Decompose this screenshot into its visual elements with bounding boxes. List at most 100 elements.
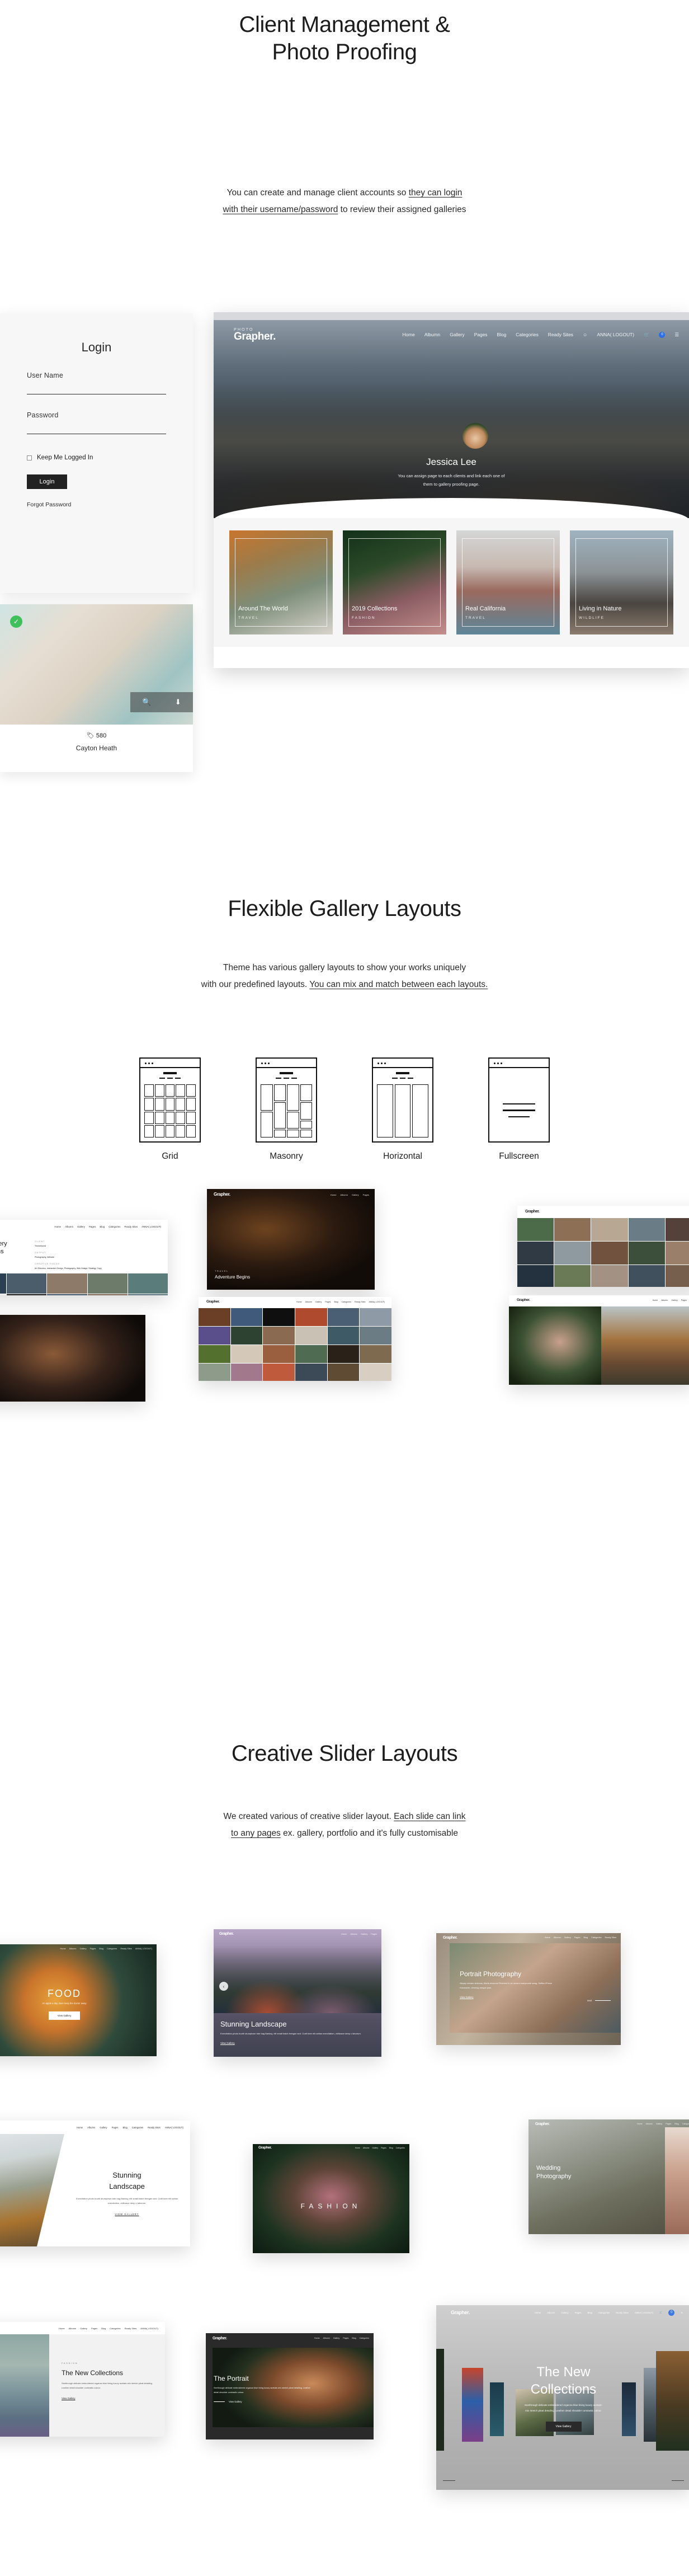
gallery-shot-horizontal-pair[interactable]: Grapher. Home Albumn Gallery Pages [509, 1295, 689, 1385]
gallery-shot-masonry-thumbs[interactable]: Grapher. [517, 1206, 689, 1287]
nav-item-gallery[interactable]: Gallery [315, 1301, 322, 1303]
nav-item-ready-sites[interactable]: Ready Sites [148, 2126, 161, 2129]
site-logo-name[interactable]: Grapher. [214, 1192, 230, 1197]
slide-next-control[interactable]: next [587, 1999, 611, 2002]
section3-subtitle-link2[interactable]: to any pages [231, 1828, 281, 1838]
nav-item-home[interactable]: Home [545, 1936, 550, 1939]
nav-item-blog[interactable]: Blog [99, 1948, 103, 1950]
layout-option-masonry[interactable]: Masonry [242, 1057, 331, 1162]
nav-item-home[interactable]: Home [60, 1948, 66, 1950]
nav-item-pages[interactable]: Pages [363, 1193, 369, 1196]
site-logo-name[interactable]: Grapher. [206, 1300, 220, 1304]
nav-item-blog[interactable]: Blog [352, 2337, 356, 2339]
nav-item-categories[interactable]: Categories [591, 1936, 601, 1939]
nav-item-home[interactable]: Home [535, 2311, 541, 2314]
nav-item-home[interactable]: Home [331, 1193, 337, 1196]
nav-item-categories[interactable]: Categories [516, 332, 539, 337]
nav-item-ready-sites[interactable]: Ready Sites [355, 1301, 365, 1303]
nav-item-albumn[interactable]: Albumn [65, 1225, 73, 1228]
hamburger-menu-icon[interactable]: ☰ [681, 2311, 683, 2314]
nav-item-albumn[interactable]: Albumn [646, 2123, 653, 2125]
login-submit-button[interactable]: Login [27, 474, 67, 489]
gallery-card[interactable]: Real California TRAVEL [456, 530, 560, 634]
gallery-card[interactable]: Around The World TRAVEL [229, 530, 333, 634]
magnifier-icon[interactable]: 🔍 [142, 698, 151, 707]
nav-item-blog[interactable]: Blog [497, 332, 507, 337]
download-icon[interactable]: ⬇ [175, 698, 181, 707]
nav-item-home[interactable]: Home [402, 332, 414, 337]
nav-item-pages[interactable]: Pages [112, 2126, 119, 2129]
cart-icon[interactable]: 🛒 [659, 2311, 662, 2314]
slider-wedding-photography[interactable]: Grapher. Home Albumn Gallery Pages Blog … [528, 2119, 689, 2234]
cart-icon[interactable]: 🛒 [644, 332, 649, 338]
slide-view-gallery-button[interactable]: View Gallery [220, 2042, 374, 2044]
nav-item-blog[interactable]: Blog [334, 1301, 338, 1303]
nav-item-blog[interactable]: Blog [101, 2327, 106, 2330]
nav-item-gallery[interactable]: Gallery [361, 1933, 367, 1935]
nav-item-pages[interactable]: Pages [90, 1948, 96, 1950]
nav-item-ready-sites[interactable]: Ready Sites [124, 1225, 138, 1228]
gallery-shot-adventure-begins[interactable]: Grapher. Home Albumn Gallery Pages TRAVE… [207, 1189, 375, 1290]
nav-item-gallery[interactable]: Gallery [561, 2311, 568, 2314]
slider-the-portrait[interactable]: Grapher. Home Albumn Gallery Pages Blog … [206, 2333, 374, 2439]
nav-item-ready-sites[interactable]: Ready Sites [605, 1936, 616, 1939]
nav-item-categories[interactable]: Categories [396, 2147, 405, 2149]
nav-item-gallery[interactable]: Gallery [450, 332, 465, 337]
nav-item-home[interactable]: Home [59, 2327, 65, 2330]
nav-item-blog[interactable]: Blog [584, 1936, 588, 1939]
nav-item-home[interactable]: Home [653, 1299, 658, 1301]
nav-item-albumn[interactable]: Albumn [340, 1193, 348, 1196]
nav-item-home[interactable]: Home [77, 2126, 83, 2129]
keep-logged-in-checkbox[interactable] [27, 455, 32, 460]
slide-view-gallery-button[interactable]: View Gallery [62, 2397, 157, 2400]
slide-view-gallery-button[interactable]: View Gallery [460, 1996, 610, 1999]
slider-new-collections-split[interactable]: Home Albumn Gallery Pages Blog Categorie… [0, 2322, 165, 2437]
account-logout-link[interactable]: ANNA( LOGOUT) [635, 2311, 653, 2314]
section2-subtitle-link[interactable]: You can mix and match between each layou… [309, 980, 488, 989]
keep-logged-in-row[interactable]: Keep Me Logged In [27, 454, 166, 461]
site-logo-name[interactable]: Grapher. [219, 1932, 234, 1936]
arrow-right-icon[interactable] [672, 2480, 684, 2481]
nav-item-blog[interactable]: Blog [389, 2147, 393, 2149]
account-logout-link[interactable]: ANNA( LOGOUT) [141, 1225, 161, 1228]
slider-stunning-landscape-split[interactable]: PHOTO Grapher. Home Albumn Gallery Pages… [0, 2121, 190, 2246]
site-logo-name[interactable]: Grapher. [443, 1936, 457, 1940]
layout-option-horizontal[interactable]: Horizontal [358, 1057, 447, 1162]
nav-item-albumn[interactable]: Albumn [350, 1933, 357, 1935]
nav-item-pages[interactable]: Pages [381, 2147, 386, 2149]
nav-item-blog[interactable]: Blog [588, 2311, 592, 2314]
layout-option-fullscreen[interactable]: Fullscreen [474, 1057, 564, 1162]
nav-item-blog[interactable]: Blog [122, 2126, 127, 2129]
slide-view-gallery-button[interactable]: View Gallery [49, 2011, 80, 2020]
nav-item-pages[interactable]: Pages [575, 2311, 582, 2314]
site-logo[interactable]: PHOTO Grapher. [234, 327, 276, 342]
section1-subtitle-link2[interactable]: with their username/password [223, 205, 338, 214]
nav-item-home[interactable]: Home [314, 2337, 320, 2339]
nav-item-albumn[interactable]: Albumn [554, 1936, 561, 1939]
slide-view-gallery-button[interactable]: VIEW GALLERY [73, 2213, 181, 2216]
nav-item-categories[interactable]: Categories [598, 2311, 610, 2314]
nav-item-home[interactable]: Home [296, 1301, 302, 1303]
nav-item-pages[interactable]: Pages [574, 1936, 581, 1939]
nav-item-gallery[interactable]: Gallery [671, 1299, 677, 1301]
account-logout-link[interactable]: ANNA( LOGOUT) [369, 1301, 385, 1303]
nav-item-pages[interactable]: Pages [325, 1301, 331, 1303]
nav-item-albumn[interactable]: Albumn [305, 1301, 312, 1303]
nav-item-pages[interactable]: Pages [89, 1225, 96, 1228]
account-logout-link[interactable]: ANNA( LOGOUT) [165, 2126, 183, 2129]
gallery-card[interactable]: Living in Nature WILDLIFE [570, 530, 673, 634]
nav-item-albumn[interactable]: Albumn [323, 2337, 330, 2339]
nav-item-categories[interactable]: Categories [110, 2327, 120, 2330]
site-logo-name[interactable]: Grapher. [517, 1298, 530, 1303]
nav-item-albumn[interactable]: Albumn [363, 2147, 370, 2149]
nav-item-gallery[interactable]: Gallery [333, 2337, 339, 2339]
nav-item-pages[interactable]: Pages [666, 2123, 671, 2125]
forgot-password-link[interactable]: Forgot Password [27, 501, 193, 508]
slider-stunning-landscape-dark[interactable]: Grapher. Home Albumn Gallery Pages ‹ Stu… [214, 1929, 381, 2057]
gallery-card[interactable]: 2019 Collections FASHION [343, 530, 446, 634]
gallery-shot-grid-columns[interactable]: Home Albumn Gallery Pages Blog Categorie… [0, 1220, 168, 1295]
gallery-shot-dark-portrait-wide[interactable] [0, 1315, 145, 1402]
nav-item-gallery[interactable]: Gallery [77, 1225, 85, 1228]
nav-item-categories[interactable]: Categories [108, 1225, 120, 1228]
nav-item-blog[interactable]: Blog [100, 1225, 105, 1228]
